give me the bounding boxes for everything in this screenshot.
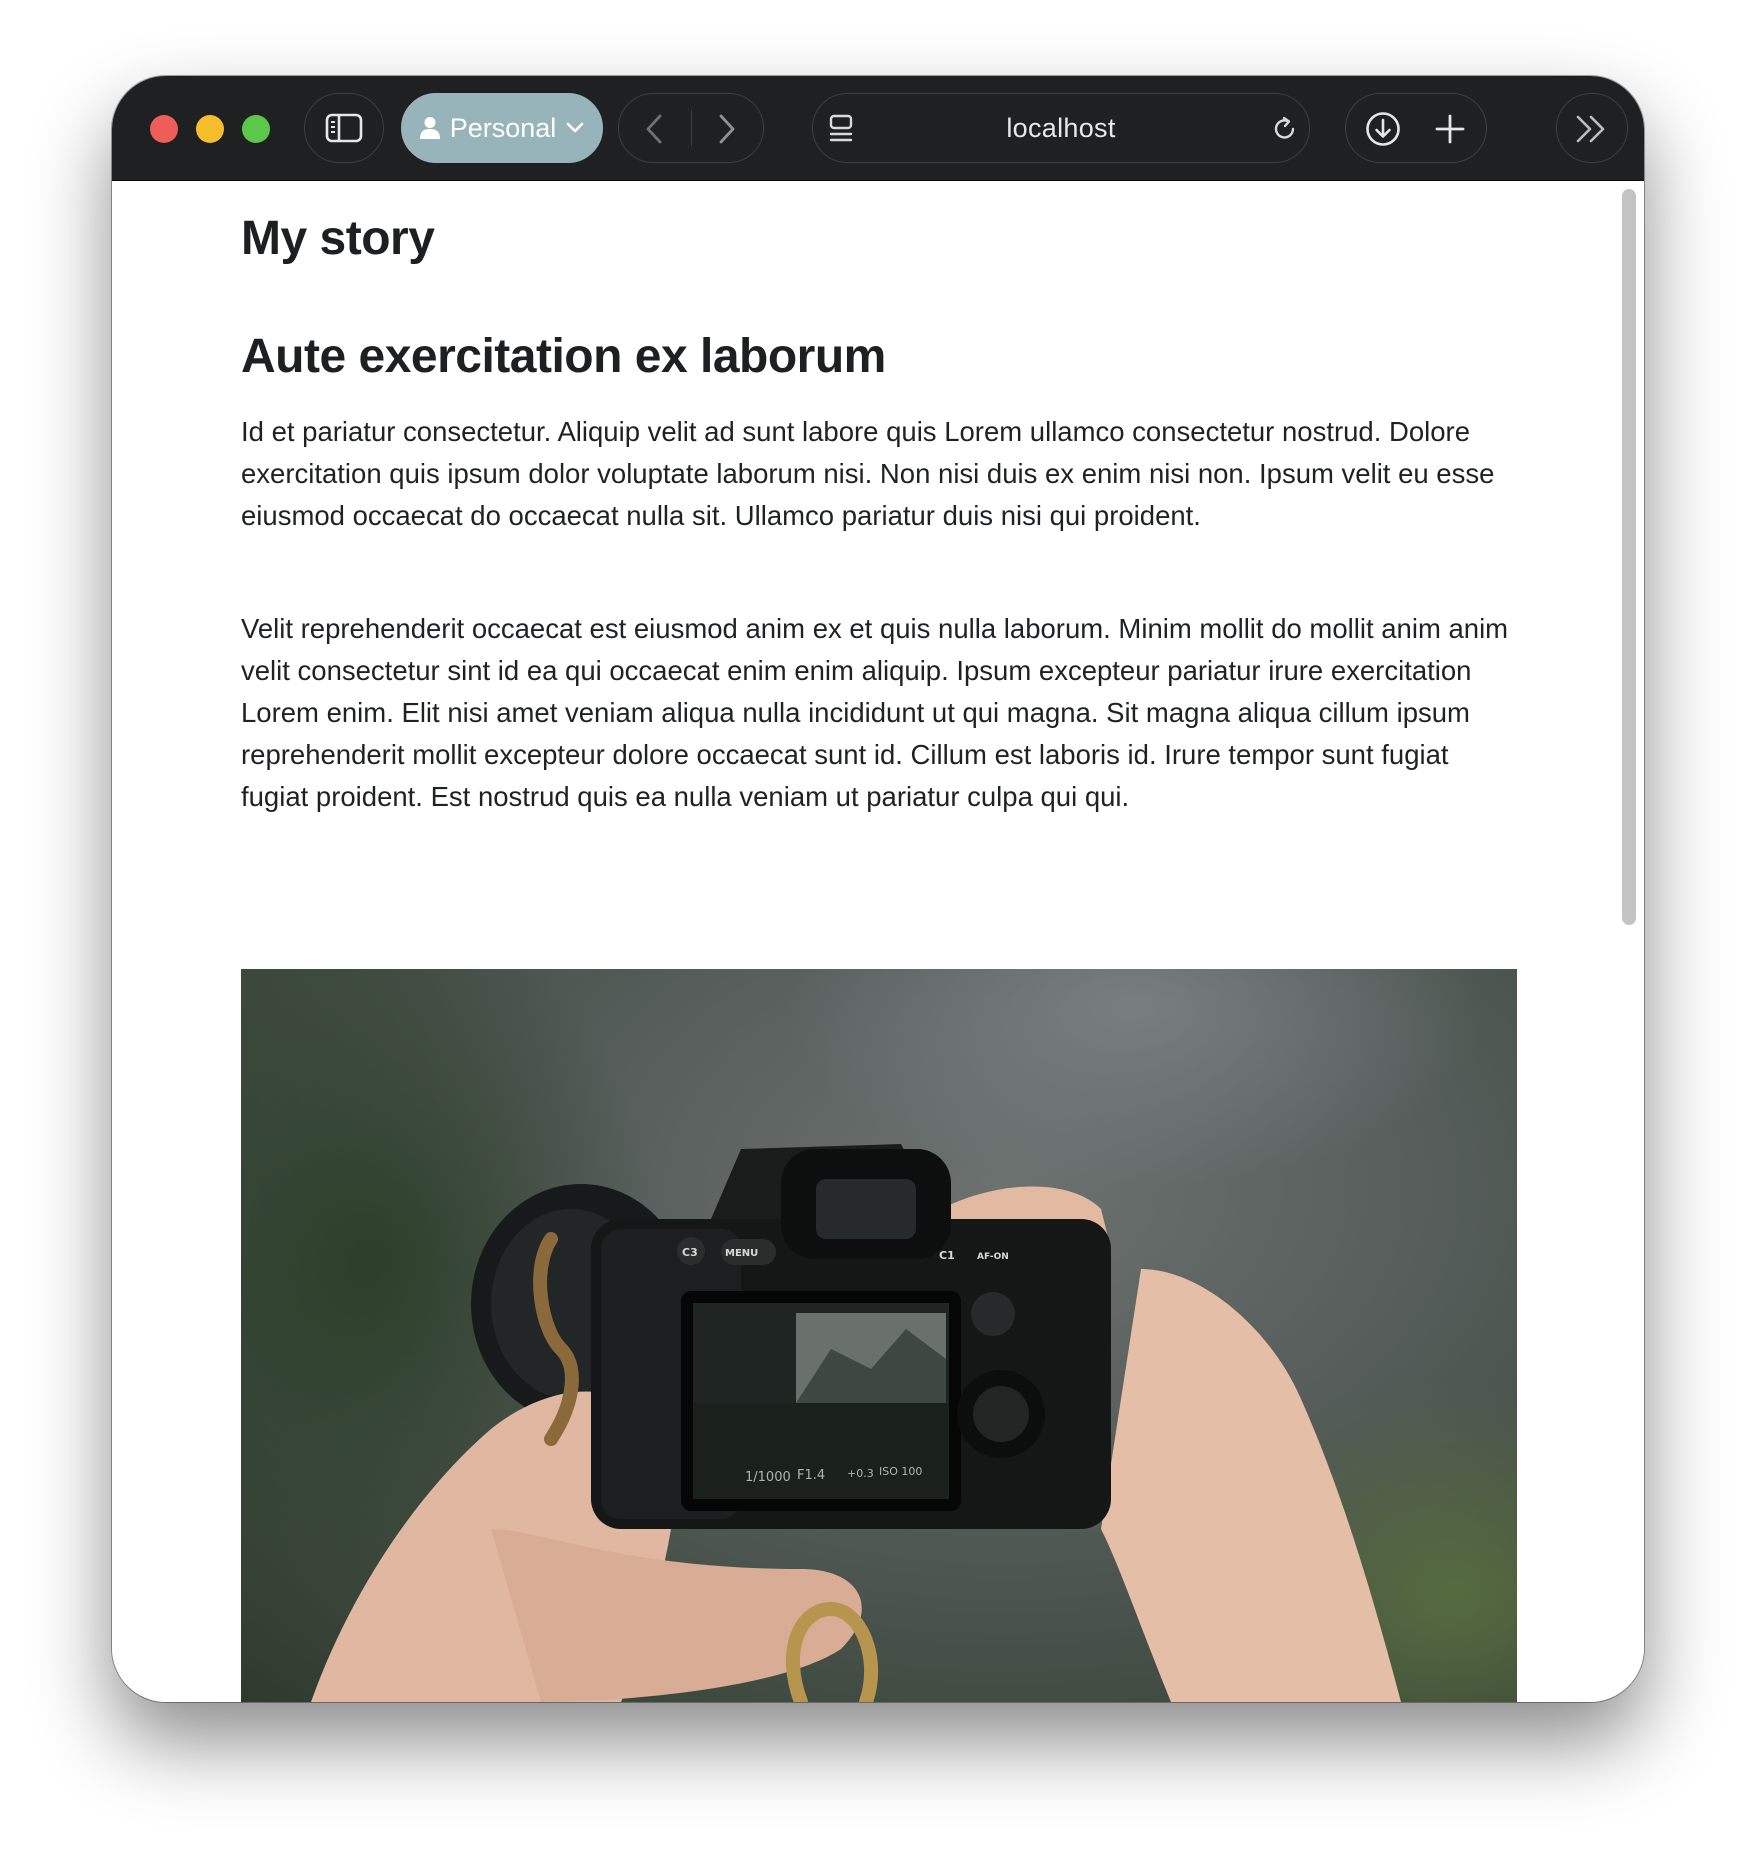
nav-divider bbox=[691, 110, 692, 146]
page-content[interactable]: My story Aute exercitation ex laborum Id… bbox=[112, 181, 1644, 1702]
screen-shutter: 1/1000 bbox=[745, 1470, 791, 1485]
chevron-right-icon[interactable] bbox=[718, 114, 736, 144]
maximize-window-button[interactable] bbox=[242, 115, 270, 143]
browser-window: Personal localhost My story Aute exercit… bbox=[112, 76, 1644, 1702]
plus-icon[interactable] bbox=[1434, 113, 1466, 145]
paragraph: Id et pariatur consectetur. Aliquip veli… bbox=[241, 416, 1495, 531]
screen-iso: ISO 100 bbox=[879, 1465, 922, 1478]
close-window-button[interactable] bbox=[150, 115, 178, 143]
button-label-c1: C1 bbox=[939, 1249, 955, 1262]
paragraph: Velit reprehenderit occaecat est eiusmod… bbox=[241, 613, 1509, 812]
button-label-c3: C3 bbox=[682, 1246, 698, 1259]
button-label-af-on: AF-ON bbox=[977, 1252, 1009, 1262]
sidebar-icon bbox=[325, 113, 363, 143]
screen-aperture: F1.4 bbox=[797, 1468, 825, 1483]
button-label-menu: MENU bbox=[725, 1248, 758, 1259]
article-photo: 1/1000 F1.4 +0.3 ISO 100 C3 MENU C1 AF-O… bbox=[241, 969, 1517, 1702]
page-title: My story bbox=[241, 212, 435, 265]
profile-label: Personal bbox=[449, 112, 557, 143]
person-icon bbox=[419, 117, 440, 139]
profile-button[interactable]: Personal bbox=[401, 93, 603, 163]
chevron-left-icon[interactable] bbox=[645, 114, 663, 144]
section-heading: Aute exercitation ex laborum bbox=[241, 330, 886, 383]
camera-illustration: 1/1000 F1.4 +0.3 ISO 100 C3 MENU C1 AF-O… bbox=[311, 1144, 1401, 1702]
screen-exposure: +0.3 bbox=[847, 1467, 874, 1480]
double-chevron-right-icon bbox=[1576, 115, 1605, 143]
browser-toolbar: Personal localhost bbox=[112, 76, 1644, 181]
sidebar-toggle-button[interactable] bbox=[304, 93, 384, 163]
download-icon[interactable] bbox=[1365, 111, 1401, 147]
minimize-window-button[interactable] bbox=[196, 115, 224, 143]
reload-icon[interactable] bbox=[1271, 115, 1299, 143]
navigation-buttons bbox=[618, 93, 764, 163]
chevron-down-icon bbox=[566, 122, 584, 133]
toolbar-actions bbox=[1345, 93, 1487, 163]
tab-overflow-button[interactable] bbox=[1556, 93, 1628, 163]
address-text: localhost bbox=[1006, 112, 1116, 143]
address-bar[interactable]: localhost bbox=[812, 93, 1310, 163]
vertical-scrollbar[interactable] bbox=[1622, 189, 1636, 925]
